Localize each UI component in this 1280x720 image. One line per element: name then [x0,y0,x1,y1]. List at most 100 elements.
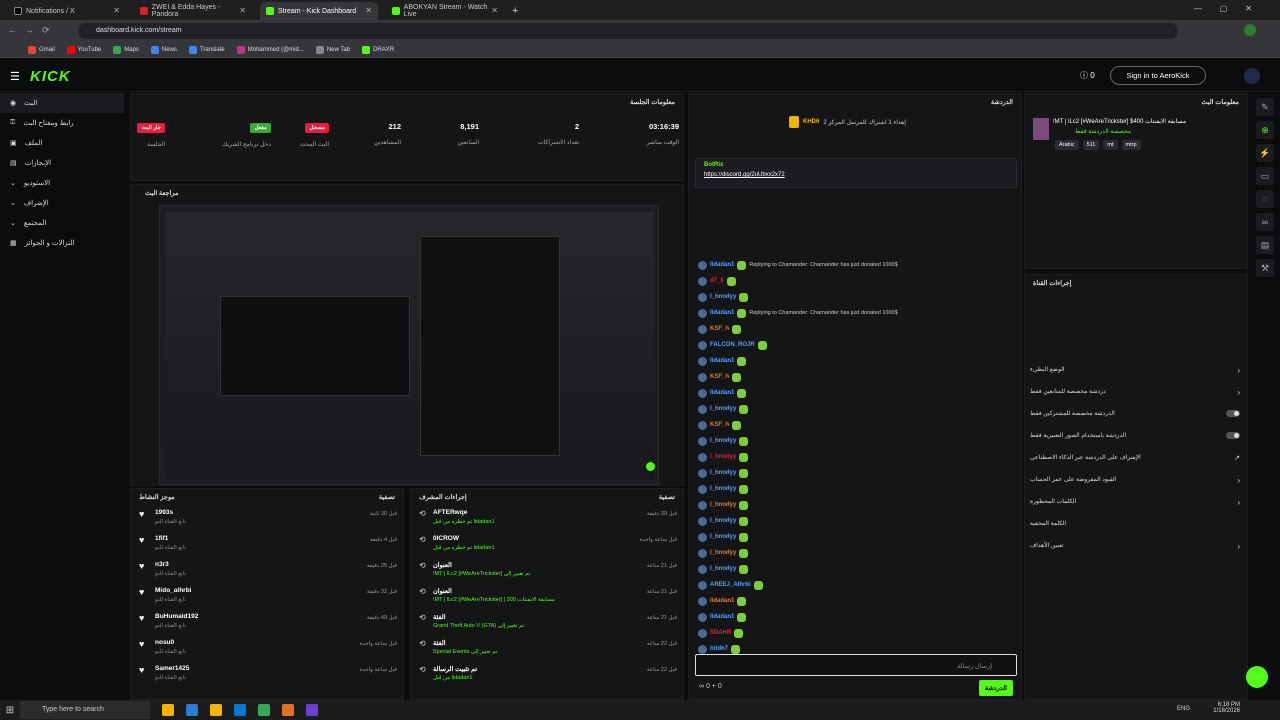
bookmark-translate[interactable]: Translate [188,45,225,54]
chat-username[interactable]: l_hnodyy [710,294,736,300]
chat-message[interactable]: KSF_h [698,418,1016,432]
edit-icon[interactable]: ✎ [1256,98,1274,116]
url-input[interactable]: dashboard.kick.com/stream [78,23,1178,39]
bookmark-maps[interactable]: Maps [113,45,139,54]
chat-message[interactable]: l_hnodyy [698,498,1016,512]
chat-message[interactable]: l_hnodyy [698,562,1016,576]
tab-notifications[interactable]: Notifications / X ✕ [8,2,126,20]
tab-kick-dashboard[interactable]: Stream - Kick Dashboard ✕ [260,2,378,20]
close-tab-icon[interactable]: ✕ [365,6,372,15]
stream-video[interactable] [159,205,659,485]
channel-action-item[interactable]: الوضع البطيء › [1030,366,1240,375]
activity-item[interactable]: ♥ BuHumaid192 تابع القناة للتو قبل 49 دقيقة [139,611,397,637]
chat-username[interactable]: lidadan1 [710,262,734,268]
kick-logo[interactable]: KICK [30,68,71,85]
tag[interactable]: mtrp [1121,140,1141,150]
chat-username[interactable]: l_hnodyy [710,470,736,476]
chat-username[interactable]: SDAHR [710,630,731,636]
tag[interactable]: Arabic [1055,140,1079,150]
folder-icon[interactable] [210,704,222,716]
activity-user[interactable]: BuHumaid192 [155,613,198,620]
discord-link[interactable]: https://discord.gg/2uUbxx2x72 [704,172,785,178]
chat-icon[interactable]: ◌ [1256,190,1274,208]
new-tab-button[interactable]: + [512,5,518,17]
bookmark-youtube[interactable]: YouTube [66,45,101,54]
activity-user[interactable]: Mido_alhrbi [155,587,191,594]
sidebar-item-rewards[interactable]: ▦ التزالات و الجوائز [0,233,124,253]
close-tab-icon[interactable]: ✕ [239,6,246,15]
chat-message[interactable]: l_hnodyy [698,530,1016,544]
clock[interactable]: 6:18 PM 1/18/2026 [1213,702,1240,714]
chat-username[interactable]: l_hnodyy [710,518,736,524]
chat-message[interactable]: lidadan1 [698,610,1016,624]
bookmark-news[interactable]: News [150,45,177,54]
chat-message[interactable]: l_hnodyy [698,434,1016,448]
chat-message[interactable]: l_hnodyy [698,466,1016,480]
channel-action-item[interactable]: الدردشة باستخدام الصور التعبيرية فقط [1030,432,1240,439]
activity-user[interactable]: 1fif1 [155,535,168,542]
sidebar-item-key[interactable]: ⚿ رابط ومفتاح البث [0,113,124,133]
channel-action-item[interactable]: القيود المفروضة على عمر الحساب › [1030,476,1240,485]
chat-message[interactable]: l_hnodyy [698,290,1016,304]
activity-item[interactable]: ♥ Mido_alhrbi تابع القناة للتو قبل 32 دقيقة [139,585,397,611]
sidebar-item-profile[interactable]: ▣ الملف [0,133,124,153]
chat-message[interactable]: l_hnodyy [698,514,1016,528]
chat-message[interactable]: lidadan1 [698,386,1016,400]
chat-message[interactable]: KSF_h [698,322,1016,336]
chat-username[interactable]: lidadan1 [710,310,734,316]
chat-username[interactable]: FALCON_ROJR [710,342,755,348]
chat-message[interactable]: l_hnodyy [698,482,1016,496]
chat-username[interactable]: d7_li [710,278,724,284]
mod-action-user[interactable]: الفئة [433,639,446,647]
sidebar-item-studio[interactable]: ⌄ الاستوديو [0,173,124,193]
tab-pandora[interactable]: ZWEI & Edda Hayes - Pandora ✕ [134,2,252,20]
mod-action-item[interactable]: ⟲ الفئة Grand Theft Auto V (GTA) تم تغيير … [419,611,677,637]
sidebar-item-community[interactable]: ⌄ المجتمع [0,213,124,233]
menu-icon[interactable]: ☰ [10,70,20,83]
sidebar-item-stream[interactable]: ◉ البث [0,93,124,113]
chat-message[interactable]: AREEJ_Alhrbi [698,578,1016,592]
bookmark-new-tab[interactable]: New Tab [315,45,350,54]
chrome-icon[interactable] [258,704,270,716]
chat-username[interactable]: l_hnodyy [710,486,736,492]
taskbar-search[interactable]: Type here to search [20,701,150,719]
chat-message[interactable]: hitdh7 [698,642,1016,656]
activity-filter-button[interactable]: تصفية [379,493,395,501]
nav-buttons[interactable]: ←→⟳ [8,25,58,36]
channel-action-item[interactable]: دردشة مخصصة للمتابعين فقط › [1030,388,1240,397]
chat-username[interactable]: lidadan1 [710,598,734,604]
chat-message[interactable]: KSF_h [698,370,1016,384]
support-chat-button[interactable] [1246,666,1268,688]
chat-message[interactable]: lidadan1 [698,594,1016,608]
chat-message[interactable]: l_hnodyy [698,402,1016,416]
app-icon[interactable] [282,704,294,716]
sidebar-item-moderation[interactable]: ⌄ الإشراف [0,193,124,213]
chat-message[interactable]: lidadan1 Replying to Chamander: Chamander… [698,306,1016,320]
wrench-icon[interactable]: ⚒ [1256,259,1274,277]
mod-action-item[interactable]: ⟲ العنوان !MT | lLc2 [#WeAreTrickster] تم … [419,559,677,585]
close-tab-icon[interactable]: ✕ [491,6,498,15]
chat-username[interactable]: l_hnodyy [710,502,736,508]
profile-avatar[interactable] [1244,24,1256,36]
chat-message[interactable]: lidadan1 [698,354,1016,368]
send-chat-button[interactable]: الدردشة [978,680,1013,696]
chat-username[interactable]: l_hnodyy [710,566,736,572]
chat-message[interactable]: FALCON_ROJR [698,338,1016,352]
mod-action-user[interactable]: AFTERwqe [433,509,467,516]
chat-username[interactable]: lidadan1 [710,390,734,396]
activity-item[interactable]: ♥ n3r3 تابع القناة للتو قبل 25 دقيقة [139,559,397,585]
chat-message[interactable]: l_hnodyy [698,450,1016,464]
chat-username[interactable]: l_hnodyy [710,454,736,460]
doc-icon[interactable]: ▭ [1256,167,1274,185]
mod-action-user[interactable]: 0ICROW [433,535,459,542]
activity-user[interactable]: 1993s [155,509,173,516]
toggle-switch[interactable] [1226,410,1240,417]
bookmark-draxr[interactable]: DRAXR [362,45,394,54]
window-controls[interactable]: —▢✕ [1194,4,1270,13]
word-icon[interactable] [186,704,198,716]
activity-user[interactable]: nosu0 [155,639,174,646]
chat-message[interactable]: l_hnodyy [698,546,1016,560]
mod-action-user[interactable]: تم تثبيت الرسالة [433,665,477,673]
tab-abokyan[interactable]: ABOKYAN Stream - Watch Live ✕ [386,2,504,20]
chat-message[interactable]: lidadan1 Replying to Chamander: Chamander… [698,258,1016,272]
